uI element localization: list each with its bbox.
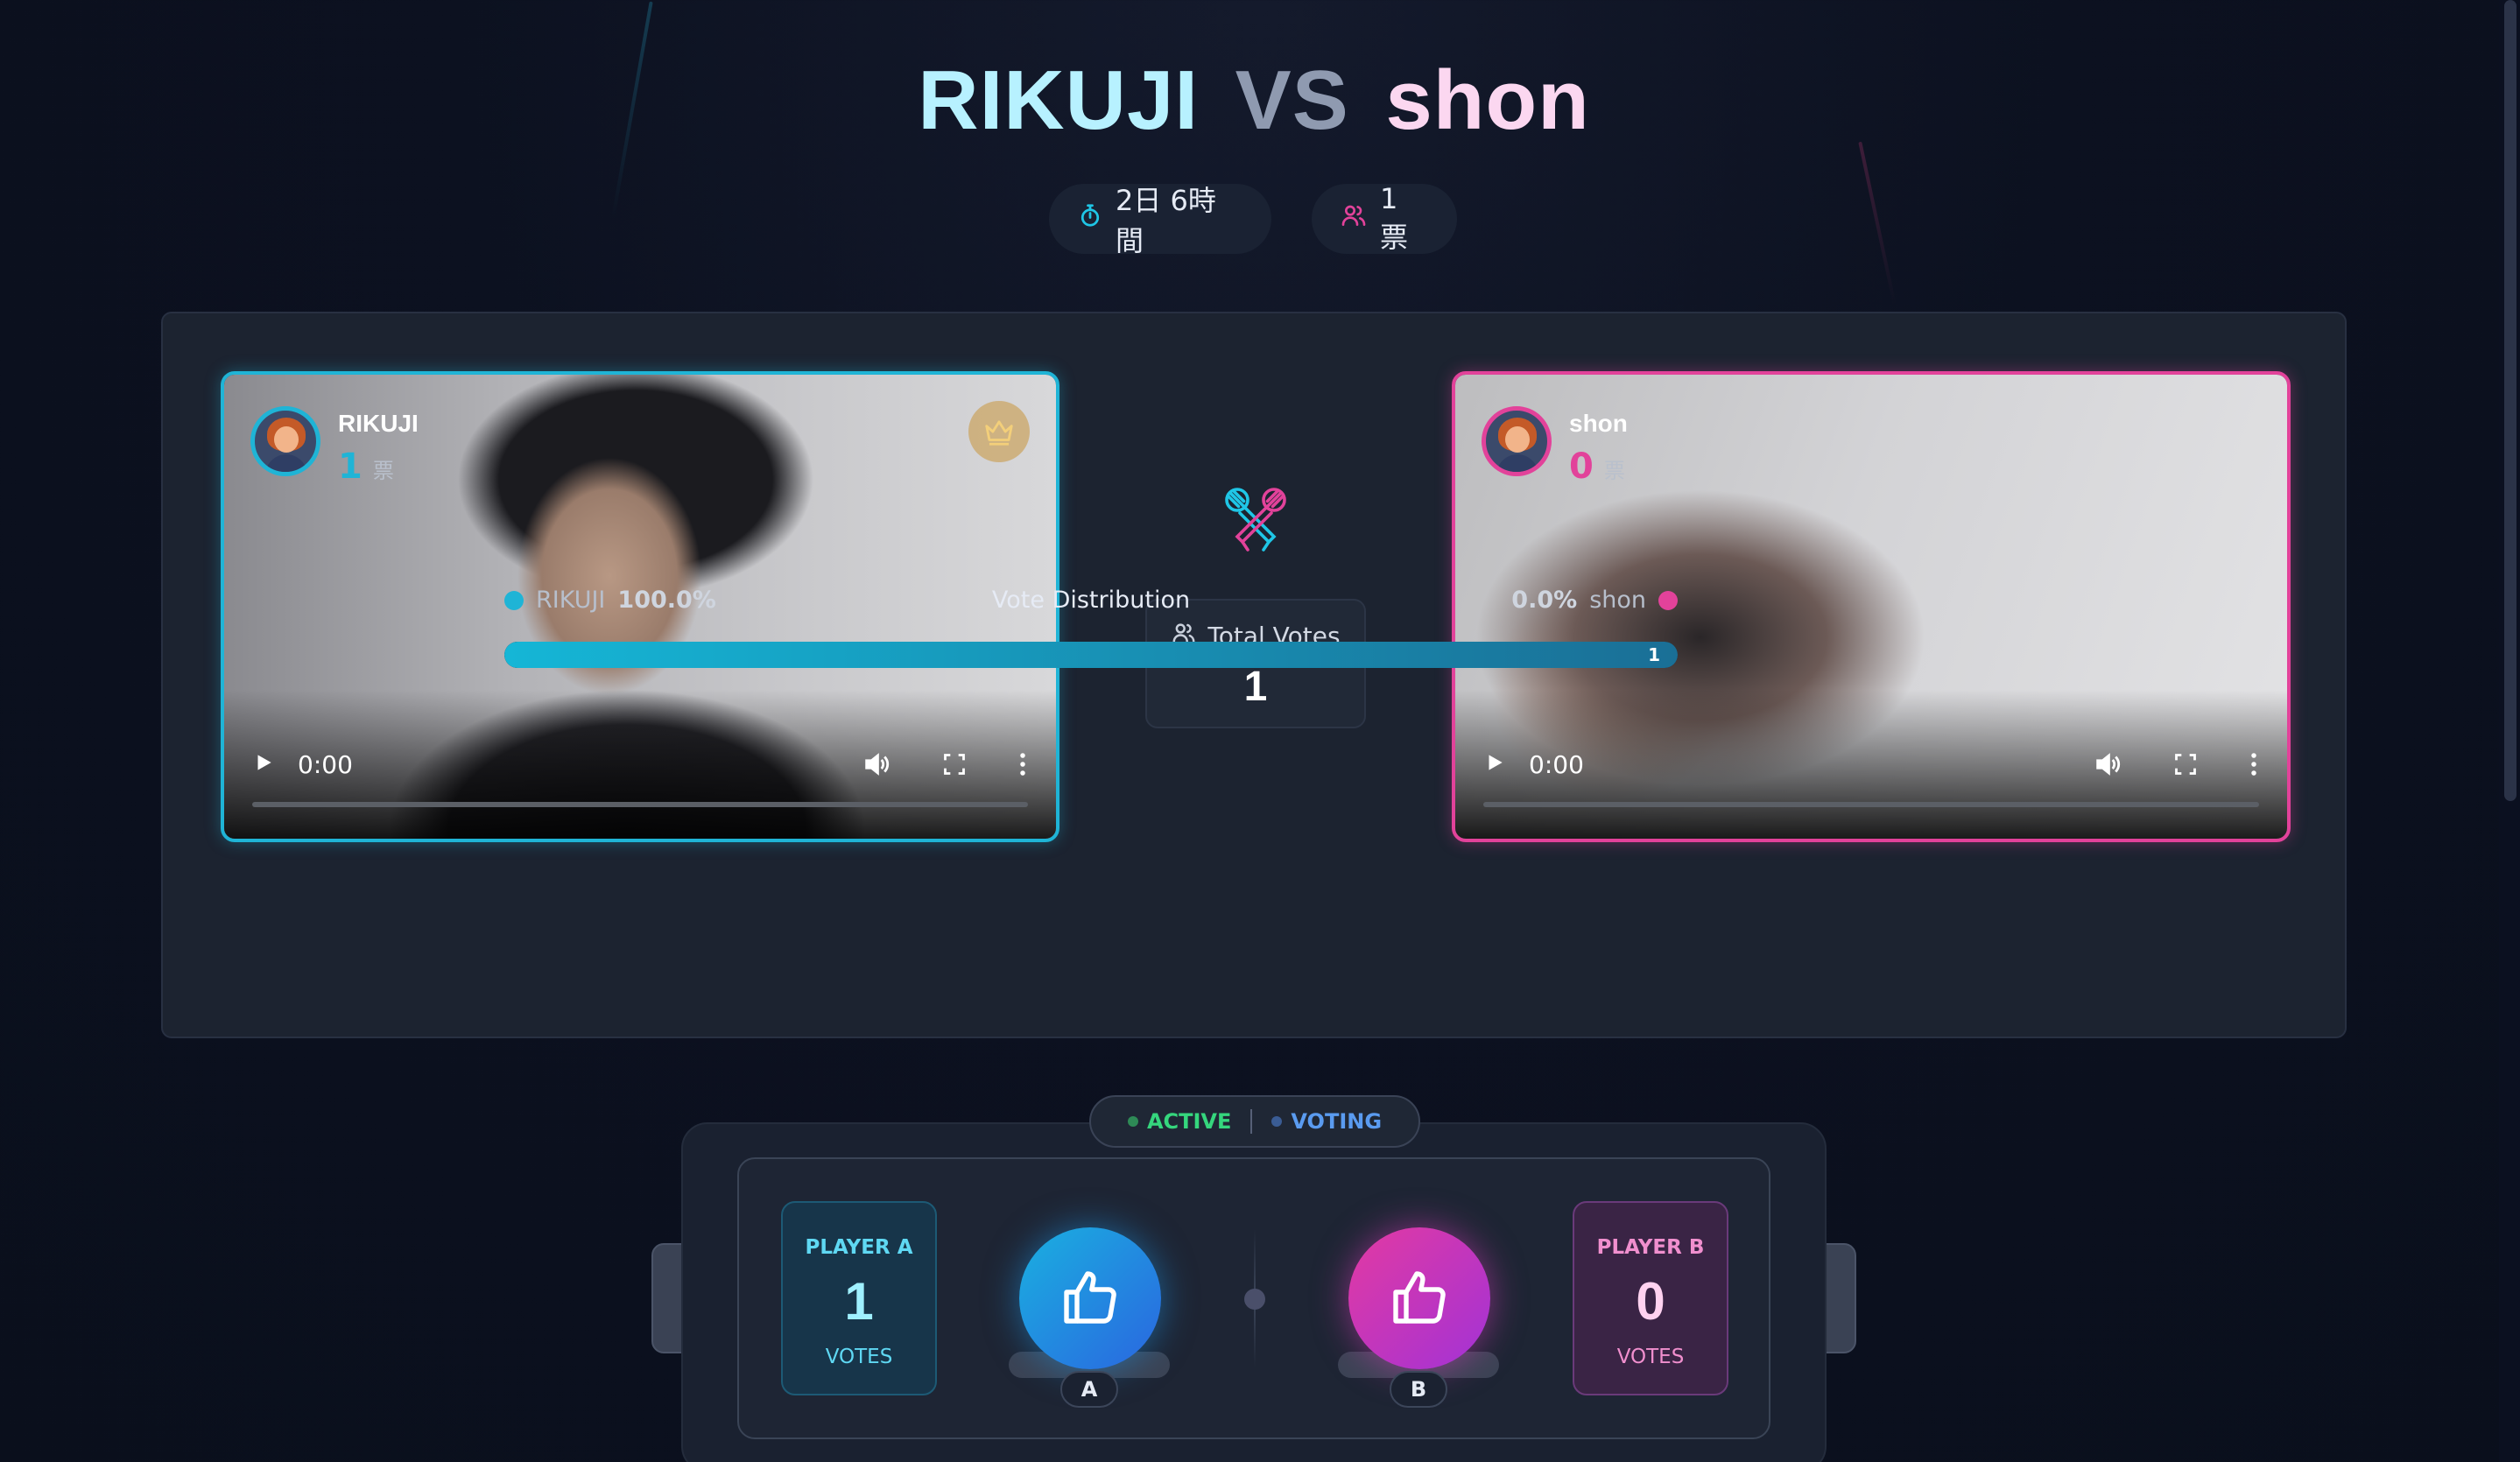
vote-count-text: 1 票: [1380, 182, 1409, 254]
thumbs-up-icon: [1388, 1266, 1451, 1332]
player-a-name: RIKUJI: [338, 410, 419, 437]
vote-button-b[interactable]: [1348, 1227, 1490, 1369]
distribution-b-name: shon: [1589, 587, 1646, 614]
video-controls-a: 0:00: [252, 742, 1028, 812]
title-player-a: RIKUJI: [918, 53, 1199, 147]
decor-streak-right: [1858, 141, 1897, 306]
status-active: ACTIVE: [1146, 1109, 1232, 1134]
time-remaining-pill: 2日 6時間: [1049, 184, 1271, 257]
users-icon: [1340, 201, 1368, 236]
player-b-score-unit: VOTES: [1616, 1346, 1685, 1368]
video-progress-track-a[interactable]: [252, 802, 1028, 807]
vote-distribution-bar: 1: [504, 642, 1678, 668]
play-icon[interactable]: [252, 751, 275, 777]
vote-distribution-fill: 1: [504, 642, 1678, 668]
player-b-label: PLAYER B: [1596, 1236, 1705, 1259]
player-b-votes-unit: 票: [1603, 459, 1625, 483]
video-controls-b: 0:00: [1483, 742, 2259, 812]
side-tab-left: [651, 1243, 683, 1353]
player-b-score: 0: [1636, 1272, 1665, 1331]
avatar: [1482, 406, 1552, 476]
time-remaining-text: 2日 6時間: [1116, 184, 1216, 257]
video-progress-track-b[interactable]: [1483, 802, 2259, 807]
video-time-b: 0:00: [1529, 749, 1584, 779]
crossed-microphones-icon: [1214, 476, 1298, 564]
volume-icon[interactable]: [862, 749, 891, 779]
distribution-title: Vote Distribution: [991, 587, 1191, 614]
play-icon[interactable]: [1483, 751, 1506, 777]
player-a-score: 1: [844, 1272, 874, 1331]
player-b-overlay: shon 0 票: [1482, 406, 1628, 487]
page-scrollbar[interactable]: [2499, 0, 2520, 1462]
video-time-a: 0:00: [298, 749, 353, 779]
player-a-votes: 1: [338, 446, 363, 487]
distribution-fill-label: 1: [1648, 644, 1660, 665]
player-a-overlay: RIKUJI 1 票: [250, 406, 419, 487]
voting-dot: [1271, 1116, 1283, 1127]
more-options-icon[interactable]: [1017, 751, 1028, 777]
fullscreen-icon[interactable]: [942, 752, 967, 777]
active-dot: [1127, 1116, 1138, 1127]
stopwatch-icon: [1077, 202, 1103, 235]
title-vs: VS: [1235, 53, 1349, 147]
side-tab-right: [1825, 1243, 1856, 1353]
volume-icon[interactable]: [2093, 749, 2122, 779]
battle-card: RIKUJI 1 票 0:00 Total Votes 1 shon 0 票 0…: [161, 312, 2347, 1038]
status-pill: ACTIVE VOTING: [1089, 1095, 1420, 1148]
status-voting: VOTING: [1291, 1109, 1383, 1134]
player-a-votes-unit: 票: [372, 459, 394, 483]
fullscreen-icon[interactable]: [2173, 752, 2198, 777]
title-player-b: shon: [1385, 53, 1590, 147]
vote-button-a[interactable]: [1019, 1227, 1161, 1369]
player-a-label: PLAYER A: [805, 1236, 913, 1259]
player-b-votes: 0: [1569, 446, 1594, 487]
distribution-b-percent: 0.0%: [1511, 587, 1578, 614]
player-b-score-card: PLAYER B 0 VOTES: [1573, 1201, 1728, 1395]
vote-distribution-header: RIKUJI 100.0% Vote Distribution 0.0% sho…: [504, 587, 1678, 622]
player-b-dot: [1658, 590, 1678, 610]
avatar: [250, 406, 320, 476]
crown-icon: [968, 401, 1030, 462]
total-votes-value: 1: [1243, 664, 1268, 710]
more-options-icon[interactable]: [2249, 751, 2259, 777]
player-a-score-unit: VOTES: [825, 1346, 893, 1368]
battle-title: RIKUJI VS shon: [0, 53, 2508, 149]
thumbs-up-icon: [1059, 1266, 1122, 1332]
vote-button-b-tag: B: [1390, 1371, 1447, 1408]
player-a-score-card: PLAYER A 1 VOTES: [781, 1201, 937, 1395]
vote-divider-dot: [1244, 1289, 1265, 1310]
player-b-name: shon: [1569, 410, 1628, 437]
vote-button-a-tag: A: [1060, 1371, 1118, 1408]
vote-count-pill: 1 票: [1312, 182, 1457, 254]
scrollbar-thumb[interactable]: [2504, 0, 2516, 801]
